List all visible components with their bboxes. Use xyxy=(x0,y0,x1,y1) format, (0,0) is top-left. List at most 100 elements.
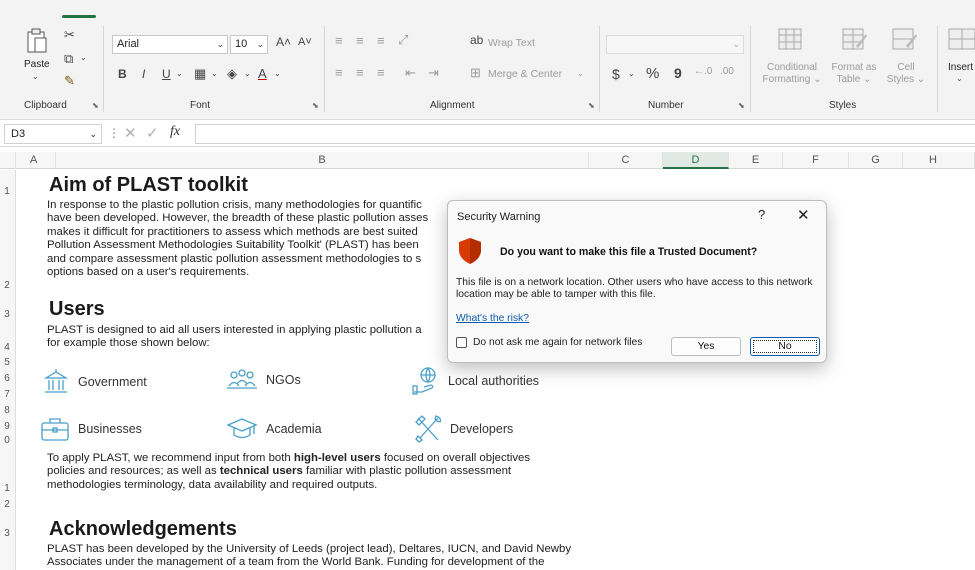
cell-styles-icon[interactable] xyxy=(892,28,918,50)
row-header[interactable]: 9 xyxy=(0,421,14,432)
percent-icon[interactable]: % xyxy=(646,66,659,81)
insert-function-icon[interactable]: fx xyxy=(170,124,180,140)
conditional-formatting-button[interactable]: Conditional Formatting ⌄ xyxy=(757,62,827,86)
close-button[interactable]: ✕ xyxy=(797,206,810,224)
wrap-text-button[interactable]: Wrap Text xyxy=(488,37,535,49)
column-header-a[interactable]: A xyxy=(16,152,56,169)
active-tab-indicator xyxy=(62,15,96,18)
align-center-icon[interactable]: ≡ xyxy=(356,66,364,79)
insert-dropdown-icon[interactable]: ⌄ xyxy=(956,75,963,83)
select-all-corner[interactable] xyxy=(0,152,16,169)
paste-icon[interactable] xyxy=(26,28,48,54)
formula-input[interactable] xyxy=(195,124,975,144)
align-right-icon[interactable]: ≡ xyxy=(377,66,385,79)
confirm-entry-icon[interactable]: ✓ xyxy=(146,124,159,142)
column-header-h[interactable]: H xyxy=(903,152,975,169)
align-top-icon[interactable]: ≡ xyxy=(335,34,343,47)
conditional-formatting-icon[interactable] xyxy=(778,28,802,50)
dont-ask-again-checkbox[interactable] xyxy=(456,337,467,348)
bold-icon[interactable]: B xyxy=(118,68,127,80)
row-header[interactable]: 6 xyxy=(0,373,14,384)
cut-icon[interactable]: ✂ xyxy=(64,28,75,41)
align-middle-icon[interactable]: ≡ xyxy=(356,34,364,47)
row-header[interactable]: 2 xyxy=(0,499,14,510)
alignment-launcher-icon[interactable]: ⬊ xyxy=(588,101,595,110)
comma-style-icon[interactable]: 9 xyxy=(674,66,682,80)
align-bottom-icon[interactable]: ≡ xyxy=(377,34,385,47)
orientation-icon[interactable]: ⤢ xyxy=(398,33,408,46)
clipboard-launcher-icon[interactable]: ⬊ xyxy=(92,101,99,110)
column-header-c[interactable]: C xyxy=(589,152,663,169)
currency-dropdown-icon[interactable]: ⌄ xyxy=(628,70,635,78)
technical-users-text: technical users xyxy=(219,465,303,478)
increase-decimal-icon[interactable]: ←.0 xyxy=(694,67,712,77)
font-color-dropdown-icon[interactable]: ⌄ xyxy=(274,70,281,78)
row-header[interactable]: 4 xyxy=(0,342,14,353)
conditional-formatting-line1: Conditional xyxy=(766,62,818,73)
ngos-label: NGOs xyxy=(266,373,301,387)
row-header[interactable]: 2 xyxy=(0,280,14,291)
yes-button[interactable]: Yes xyxy=(671,337,741,356)
cell-styles-button[interactable]: Cell Styles ⌄ xyxy=(884,62,928,86)
borders-icon[interactable]: ▦ xyxy=(194,67,206,80)
businesses-label: Businesses xyxy=(78,422,142,436)
column-header-e[interactable]: E xyxy=(729,152,783,169)
borders-dropdown-icon[interactable]: ⌄ xyxy=(211,70,218,78)
currency-icon[interactable]: $ xyxy=(612,67,620,81)
row-header[interactable]: 5 xyxy=(0,357,14,368)
format-as-table-icon[interactable] xyxy=(842,28,868,50)
increase-font-size-icon[interactable]: A˄ xyxy=(276,36,291,48)
font-size-combo[interactable]: 10 ⌄ xyxy=(230,35,268,54)
font-launcher-icon[interactable]: ⬊ xyxy=(312,101,319,110)
font-name-combo[interactable]: Arial ⌄ xyxy=(112,35,228,54)
italic-icon[interactable]: I xyxy=(142,68,145,80)
copy-icon[interactable]: ⧉ xyxy=(64,52,73,65)
paste-dropdown-icon[interactable]: ⌄ xyxy=(32,73,39,81)
acknowledgements-line: Associates under the management of a tea… xyxy=(47,556,545,569)
decrease-indent-icon[interactable]: ⇤ xyxy=(405,66,416,79)
column-header-b[interactable]: B xyxy=(56,152,589,169)
user-type-government: Government xyxy=(42,368,147,396)
column-header-d[interactable]: D xyxy=(663,152,729,169)
font-color-icon[interactable]: A xyxy=(258,67,267,80)
wrap-text-icon[interactable]: ab xyxy=(470,34,483,46)
users-line: PLAST is designed to aid all users inter… xyxy=(47,324,422,336)
underline-dropdown-icon[interactable]: ⌄ xyxy=(176,70,183,78)
column-header-g[interactable]: G xyxy=(849,152,903,169)
decrease-font-size-icon[interactable]: A˅ xyxy=(298,37,312,48)
row-header[interactable]: 7 xyxy=(0,389,14,400)
fill-color-icon[interactable]: ◈ xyxy=(227,67,237,80)
no-button[interactable]: No xyxy=(750,337,820,356)
format-as-table-button[interactable]: Format as Table ⌄ xyxy=(826,62,882,86)
merge-center-dropdown-icon[interactable]: ⌄ xyxy=(577,70,584,78)
format-painter-icon[interactable]: ✎ xyxy=(64,74,75,87)
copy-dropdown-icon[interactable]: ⌄ xyxy=(80,54,87,62)
align-left-icon[interactable]: ≡ xyxy=(335,66,343,79)
whats-the-risk-link[interactable]: What's the risk? xyxy=(456,313,529,324)
fill-color-dropdown-icon[interactable]: ⌄ xyxy=(244,70,251,78)
dont-ask-again-option[interactable]: Do not ask me again for network files xyxy=(456,337,642,348)
row-header[interactable]: 3 xyxy=(0,309,14,320)
number-format-combo[interactable]: ⌄ xyxy=(606,35,744,54)
ribbon: Paste ⌄ ✂ ⧉ ⌄ ✎ Clipboard ⬊ Arial ⌄ 10 ⌄… xyxy=(0,20,975,120)
insert-cells-icon[interactable] xyxy=(948,28,975,50)
column-header-f[interactable]: F xyxy=(783,152,849,169)
merge-center-button[interactable]: Merge & Center xyxy=(488,68,562,80)
government-building-icon xyxy=(43,369,69,393)
row-header[interactable]: 8 xyxy=(0,405,14,416)
underline-icon[interactable]: U xyxy=(162,68,171,80)
row-header[interactable]: 0 xyxy=(0,435,14,446)
number-launcher-icon[interactable]: ⬊ xyxy=(738,101,745,110)
row-headers: 1 2 3 4 5 6 7 8 9 0 1 2 3 xyxy=(0,170,16,570)
row-header[interactable]: 3 xyxy=(0,528,14,539)
insert-button[interactable]: Insert xyxy=(948,62,973,73)
decrease-decimal-icon[interactable]: .00 xyxy=(720,67,734,77)
increase-indent-icon[interactable]: ⇥ xyxy=(428,66,439,79)
name-box[interactable]: D3 ⌄ xyxy=(4,124,102,144)
row-header[interactable]: 1 xyxy=(0,483,14,494)
row-header[interactable]: 1 xyxy=(0,186,14,197)
merge-center-icon[interactable]: ⊞ xyxy=(470,66,481,79)
paste-button[interactable]: Paste xyxy=(24,59,50,70)
cancel-entry-icon[interactable]: ✕ xyxy=(124,124,137,142)
help-button[interactable]: ? xyxy=(758,207,765,222)
